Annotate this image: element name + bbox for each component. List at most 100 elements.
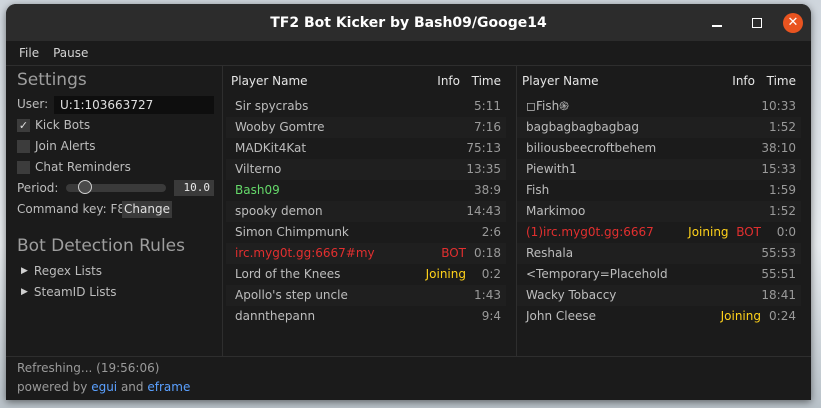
player-time: 7:16 [474, 120, 501, 134]
joining-badge: Joining [688, 225, 729, 239]
powered-by-line: powered by egui and eframe [17, 380, 190, 394]
minimize-button[interactable] [712, 4, 732, 41]
player-time: 9:4 [481, 309, 501, 323]
player-row[interactable]: bagbagbagbagbag 1:52 [517, 117, 801, 138]
player-row[interactable]: spooky demon 14:43 [226, 201, 506, 222]
checkmark-icon: ✓ [17, 118, 30, 132]
close-button[interactable]: ✕ [783, 13, 803, 33]
player-table-right: Player Name Info Time ◻Fish֍ 10:33 bagbagb… [516, 66, 801, 356]
egui-link[interactable]: egui [91, 380, 117, 394]
player-row[interactable]: irc.myg0t.gg:6667#my BOT 0:18 [226, 243, 506, 264]
player-name: Fish [526, 183, 550, 197]
player-name: Markimoo [526, 204, 586, 218]
player-row[interactable]: Simon Chimpmunk 2:6 [226, 222, 506, 243]
user-field[interactable]: U:1:103663727 [54, 96, 214, 114]
checkbox-icon [17, 139, 30, 153]
player-name: dannthepann [235, 309, 316, 323]
menu-file[interactable]: File [19, 46, 39, 60]
menu-pause[interactable]: Pause [53, 46, 88, 60]
kick-bots-label: Kick Bots [35, 118, 91, 132]
player-name: MADKit4Kat [235, 141, 307, 155]
header-time: Time [766, 74, 796, 88]
refresh-status: Refreshing... (19:56:06) [17, 361, 160, 375]
player-row[interactable]: dannthepann 9:4 [226, 306, 506, 327]
header-time: Time [471, 74, 501, 88]
player-row[interactable]: Apollo's step uncle 1:43 [226, 285, 506, 306]
player-row[interactable]: Vilterno 13:35 [226, 159, 506, 180]
player-name: Reshala [526, 246, 574, 260]
player-name: John Cleese [526, 309, 597, 323]
player-row[interactable]: Bash09 38:9 [226, 180, 506, 201]
player-row[interactable]: <Temporary=Placehold 55:51 [517, 264, 801, 285]
header-info: Info [732, 74, 755, 88]
player-name: bagbagbagbagbag [526, 120, 639, 134]
player-time: 0:24 [769, 309, 796, 323]
player-info: BOT [441, 246, 466, 260]
player-row[interactable]: Wacky Tobaccy 18:41 [517, 285, 801, 306]
player-time: 18:41 [761, 288, 796, 302]
window-title: TF2 Bot Kicker by Bash09/Googe14 [270, 14, 547, 31]
period-value-field[interactable]: 10.0 [174, 180, 214, 196]
player-time: 1:52 [769, 120, 796, 134]
player-time: 5:11 [474, 99, 501, 113]
player-name: Lord of the Knees [235, 267, 341, 281]
player-row[interactable]: Sir spycrabs 5:11 [226, 96, 506, 117]
expand-triangle-icon: ▶ [21, 266, 28, 276]
command-key-label: Command key: F8 [17, 202, 126, 216]
player-row[interactable]: John Cleese Joining 0:24 [517, 306, 801, 327]
player-info: Joining BOT [688, 222, 761, 243]
player-time: 38:9 [474, 183, 501, 197]
player-table-left: Player Name Info Time Sir spycrabs 5:11 Wo… [226, 66, 506, 356]
join-alerts-checkbox[interactable]: Join Alerts [17, 139, 95, 153]
player-row[interactable]: Reshala 55:53 [517, 243, 801, 264]
player-row[interactable]: Markimoo 1:52 [517, 201, 801, 222]
powered-by-label: powered by [17, 380, 92, 394]
maximize-button[interactable] [752, 4, 772, 41]
settings-heading: Settings [17, 70, 87, 90]
regex-lists-toggle[interactable]: ▶ Regex Lists [21, 264, 102, 278]
chat-reminders-label: Chat Reminders [35, 160, 131, 174]
chat-reminders-checkbox[interactable]: Chat Reminders [17, 160, 131, 174]
player-time: 0:18 [474, 246, 501, 260]
player-time: 1:59 [769, 183, 796, 197]
header-player-name: Player Name [231, 74, 308, 88]
player-time: 55:51 [761, 267, 796, 281]
settings-panel: Settings User: U:1:103663727 ✓ Kick Bots… [6, 66, 223, 356]
period-slider[interactable] [66, 180, 166, 194]
player-time: 14:43 [466, 204, 501, 218]
join-alerts-label: Join Alerts [35, 139, 96, 153]
expand-triangle-icon: ▶ [21, 287, 28, 297]
status-bar: Refreshing... (19:56:06) powered by egui… [6, 356, 811, 400]
close-icon: ✕ [787, 15, 799, 30]
player-row[interactable]: Fish 1:59 [517, 180, 801, 201]
table-header: Player Name Info Time [522, 74, 796, 92]
eframe-link[interactable]: eframe [147, 380, 190, 394]
player-row[interactable]: Piewith1 15:33 [517, 159, 801, 180]
kick-bots-checkbox[interactable]: ✓ Kick Bots [17, 118, 90, 132]
player-name: biliousbeecroftbehem [526, 141, 657, 155]
checkbox-icon [17, 160, 30, 174]
bot-badge: BOT [728, 225, 761, 239]
player-name: irc.myg0t.gg:6667#my [235, 246, 375, 260]
app-window: TF2 Bot Kicker by Bash09/Googe14 ✕ File … [6, 4, 811, 400]
change-button[interactable]: Change [122, 201, 172, 218]
player-name: (1)irc.myg0t.gg:6667 [526, 225, 654, 239]
player-row[interactable]: (1)irc.myg0t.gg:6667 Joining BOT 0:0 [517, 222, 801, 243]
player-row[interactable]: biliousbeecroftbehem 38:10 [517, 138, 801, 159]
player-time: 13:35 [466, 162, 501, 176]
steamid-lists-toggle[interactable]: ▶ SteamID Lists [21, 285, 117, 299]
player-row[interactable]: MADKit4Kat 75:13 [226, 138, 506, 159]
menu-bar: File Pause [6, 41, 811, 66]
player-name: Piewith1 [526, 162, 577, 176]
minimize-icon [712, 24, 722, 27]
player-row[interactable]: Wooby Gomtre 7:16 [226, 117, 506, 138]
slider-handle[interactable] [78, 180, 92, 194]
and-label: and [117, 380, 148, 394]
header-info: Info [437, 74, 460, 88]
player-time: 1:52 [769, 204, 796, 218]
title-bar: TF2 Bot Kicker by Bash09/Googe14 ✕ [6, 4, 811, 41]
player-row[interactable]: Lord of the Knees Joining 0:2 [226, 264, 506, 285]
player-name: Bash09 [235, 183, 280, 197]
player-row[interactable]: ◻Fish֍ 10:33 [517, 96, 801, 117]
player-info: Joining [720, 309, 761, 323]
